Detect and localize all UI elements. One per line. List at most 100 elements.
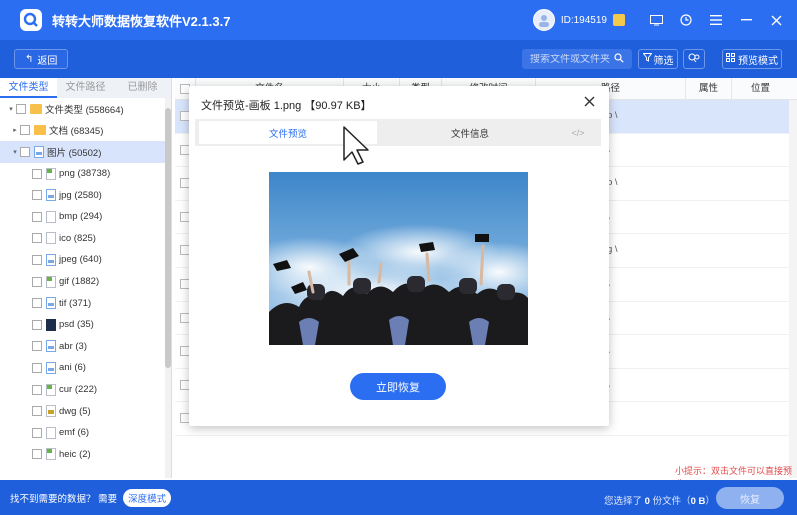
user-id: ID:194519 (560, 14, 607, 26)
dwg-file-icon (46, 405, 56, 418)
sidebar-scrollbar-thumb[interactable] (165, 108, 171, 368)
tab-file-info[interactable]: 文件信息 (377, 121, 563, 144)
tree-item-checkbox[interactable] (32, 341, 42, 352)
tree-item[interactable]: tif (371) (0, 292, 171, 314)
tree-item[interactable]: psd (35) (0, 314, 171, 336)
tree-item[interactable]: cur (222) (0, 379, 171, 401)
tree-item-checkbox[interactable] (32, 362, 42, 373)
tree-item[interactable]: ico (825) (0, 228, 171, 250)
emf-file-icon (46, 426, 56, 439)
tab-deleted[interactable]: 已删除 (114, 78, 171, 98)
selection-suffix: ） (705, 496, 715, 507)
tree-item[interactable]: heic (2) (0, 444, 171, 466)
bottom-bar: 找不到需要的数据？ 需要 深度模式 您选择了 0 份文件（0 B） 恢复 (0, 480, 797, 515)
deep-mode-button[interactable]: 深度模式 (123, 488, 172, 507)
find-in-list-button[interactable] (683, 49, 705, 69)
dialog-title: 文件预览-画板 1.png 【90.97 KB】 (201, 100, 372, 112)
tree-item[interactable]: ▾ 图片 (50502) (0, 141, 171, 163)
tree-item-checkbox[interactable] (20, 125, 30, 136)
jpeg-file-icon (46, 253, 56, 266)
tree-item-label: 图片 (50502) (47, 147, 102, 159)
tree-item-checkbox[interactable] (32, 319, 42, 330)
tree-item[interactable]: ▾ 文件类型 (558664) (0, 98, 171, 120)
tree-item-label: jpg (2580) (59, 189, 102, 201)
column-header-attribute[interactable]: 属性 (685, 78, 731, 100)
tree-item-label: 文档 (68345) (49, 126, 104, 138)
app-title: 转转大师数据恢复软件V2.1.3.7 (52, 13, 231, 29)
tree-item[interactable]: dwg (5) (0, 400, 171, 422)
heic-file-icon (46, 448, 56, 461)
tab-file-type[interactable]: 文件类型 (0, 78, 57, 98)
collapse-arrow-icon[interactable]: ▸ (10, 126, 20, 134)
grid-icon (726, 53, 735, 65)
tree-item-checkbox[interactable] (32, 168, 42, 179)
tree-item[interactable]: jpeg (640) (0, 249, 171, 271)
title-bar: 转转大师数据恢复软件V2.1.3.7 ID:194519 (0, 0, 797, 40)
mouse-cursor-icon (343, 126, 373, 166)
tree-item-checkbox[interactable] (32, 276, 42, 287)
tree-item-checkbox[interactable] (32, 427, 42, 438)
file-preview-dialog: 文件预览-画板 1.png 【90.97 KB】 文件预览 文件信息 </> 立… (189, 86, 609, 426)
tree-item[interactable]: emf (6) (0, 422, 171, 444)
avatar[interactable] (532, 9, 555, 31)
tree-item-label: ico (825) (59, 232, 96, 244)
tree-item[interactable]: ani (6) (0, 357, 171, 379)
tree-item-label: cur (222) (59, 384, 98, 396)
back-button[interactable]: ↰ 返回 (14, 49, 69, 69)
tree-item-checkbox[interactable] (32, 449, 42, 460)
close-icon[interactable] (761, 0, 791, 40)
tree-item[interactable]: ▸ 文档 (68345) (0, 120, 171, 142)
clock-icon[interactable] (671, 0, 701, 40)
file-type-tree: ▾ 文件类型 (558664) ▸ 文档 (68345) ▾ 图片 (50502) png … (0, 98, 171, 465)
restore-now-button[interactable]: 立即恢复 (350, 373, 446, 400)
tree-item-label: emf (6) (59, 427, 90, 439)
monitor-icon[interactable] (641, 0, 671, 40)
minimize-icon[interactable] (731, 0, 761, 40)
tree-item-checkbox[interactable] (16, 103, 26, 114)
ico-file-icon (46, 232, 56, 245)
tree-item[interactable]: bmp (294) (0, 206, 171, 228)
tree-item-checkbox[interactable] (32, 406, 42, 417)
column-header-location[interactable]: 位置 (731, 78, 789, 100)
png-file-icon (46, 167, 56, 180)
tree-item-label: abr (3) (59, 340, 87, 352)
toolbar: ↰ 返回 筛选 预览模式 (0, 40, 797, 78)
search-box[interactable] (522, 49, 632, 69)
dialog-tabs: 文件预览 文件信息 </> (195, 119, 601, 146)
tree-item-label: png (38738) (59, 168, 111, 180)
menu-icon[interactable] (701, 0, 731, 40)
tab-file-path[interactable]: 文件路径 (57, 78, 114, 98)
tab-code-view[interactable]: </> (563, 121, 593, 144)
dialog-close-icon[interactable] (584, 94, 595, 112)
recover-button[interactable]: 恢复 (716, 487, 784, 509)
ani-file-icon (46, 361, 56, 374)
tree-item-checkbox[interactable] (20, 146, 30, 157)
tree-item-checkbox[interactable] (32, 298, 42, 309)
tree-item-checkbox[interactable] (32, 190, 42, 201)
tree-item-checkbox[interactable] (32, 254, 42, 265)
tree-item[interactable]: png (38738) (0, 163, 171, 185)
expand-arrow-icon[interactable]: ▾ (10, 148, 20, 156)
app-logo-icon (20, 9, 42, 31)
tree-item-checkbox[interactable] (32, 211, 42, 222)
sidebar-scrollbar[interactable] (165, 98, 171, 478)
table-scrollbar[interactable] (789, 100, 797, 478)
tree-item[interactable]: jpg (2580) (0, 184, 171, 206)
psd-file-icon (46, 318, 56, 331)
tree-item-label: heic (2) (59, 448, 91, 460)
sidebar-tabs: 文件类型 文件路径 已删除 (0, 78, 171, 98)
tree-item[interactable]: abr (3) (0, 336, 171, 358)
tree-item-label: ani (6) (59, 362, 86, 374)
expand-arrow-icon[interactable]: ▾ (6, 105, 16, 113)
tree-item-checkbox[interactable] (32, 384, 42, 395)
search-icon[interactable] (614, 52, 632, 66)
tree-item[interactable]: gif (1882) (0, 271, 171, 293)
selection-mid: 份文件（ (652, 496, 691, 507)
search-input[interactable] (522, 53, 614, 65)
gif-file-icon (46, 275, 56, 288)
tree-item-checkbox[interactable] (32, 233, 42, 244)
preview-mode-button[interactable]: 预览模式 (722, 49, 782, 69)
filter-button[interactable]: 筛选 (638, 49, 678, 69)
not-found-text: 找不到需要的数据？ 需要 (10, 493, 118, 505)
image-icon (34, 145, 44, 158)
